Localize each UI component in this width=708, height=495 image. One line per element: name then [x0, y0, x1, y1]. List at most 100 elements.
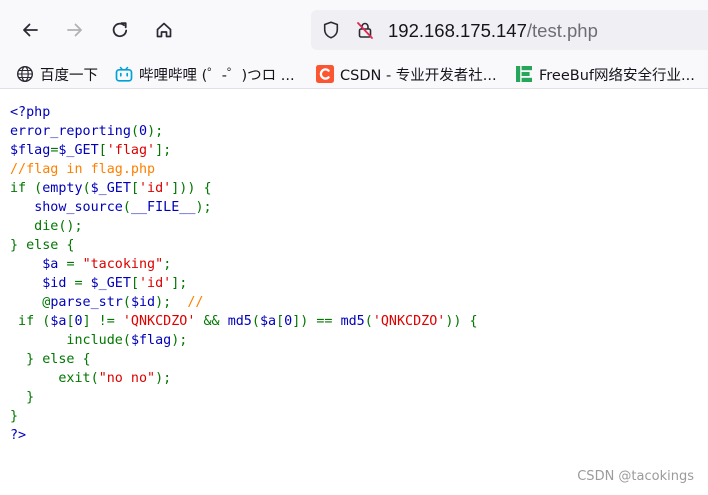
- code-token-default: ?>: [10, 428, 27, 443]
- code-line: <?php: [10, 103, 478, 122]
- code-token-string: "no no": [98, 371, 156, 386]
- code-token-keyword: (: [122, 200, 131, 215]
- code-token-keyword: ];: [171, 276, 188, 291]
- code-token-keyword: die();: [10, 219, 83, 234]
- code-token-default: $id: [130, 295, 156, 310]
- bookmark-label: 百度一下: [40, 67, 98, 84]
- code-token-string: 'QNKCDZO': [122, 314, 204, 329]
- code-token-keyword: );: [147, 124, 164, 139]
- code-token-default: error_reporting: [10, 124, 131, 139]
- code-line: if (empty($_GET['id'])) {: [10, 179, 478, 198]
- code-token-keyword: (: [251, 314, 260, 329]
- code-token-default: 0: [139, 124, 148, 139]
- forward-button[interactable]: [59, 14, 91, 46]
- bookmark-label: FreeBuf网络安全行业...: [539, 67, 695, 84]
- code-token-keyword: ])) {: [171, 181, 212, 196]
- code-line: $a = "tacoking";: [10, 255, 478, 274]
- address-bar[interactable]: 192.168.175.147/test.php: [311, 10, 708, 50]
- code-token-default: $a: [50, 314, 67, 329]
- bookmark-label: 哔哩哔哩 (゜-゜)つロ ...: [139, 67, 295, 84]
- code-token-keyword: } else {: [10, 352, 91, 367]
- code-token-default: $flag: [130, 333, 172, 348]
- code-line: }: [10, 388, 478, 407]
- code-line: error_reporting(0);: [10, 122, 478, 141]
- code-token-default: $a: [42, 257, 67, 272]
- code-token-string: 'QNKCDZO': [372, 314, 446, 329]
- code-token-keyword: @: [10, 295, 51, 310]
- shield-icon[interactable]: [321, 20, 341, 40]
- home-button[interactable]: [148, 14, 180, 46]
- code-token-keyword: ;: [163, 257, 172, 272]
- code-token-keyword: [: [276, 314, 285, 329]
- code-token-keyword: if (: [10, 181, 43, 196]
- code-token-default: $_GET: [90, 181, 131, 196]
- arrow-right-icon: [67, 23, 82, 37]
- code-line: ?>: [10, 426, 478, 445]
- bookmark-bilibili[interactable]: 哔哩哔哩 (゜-゜)つロ ...: [115, 63, 301, 85]
- code-token-keyword: include(: [10, 333, 131, 348]
- code-token-keyword: } else {: [10, 238, 75, 253]
- code-token-default: $_GET: [58, 143, 99, 158]
- code-token-default: empty: [42, 181, 83, 196]
- bookmark-freebuf[interactable]: FreeBuf网络安全行业...: [515, 63, 695, 85]
- code-token-keyword: );: [155, 371, 172, 386]
- code-token-keyword: =: [74, 276, 91, 291]
- code-token-keyword: );: [195, 200, 212, 215]
- code-token-keyword: (: [130, 124, 139, 139]
- code-token-default: $id: [42, 276, 75, 291]
- code-token-keyword: }: [10, 409, 19, 424]
- code-token-keyword: }: [10, 390, 35, 405]
- code-token-keyword: );: [171, 333, 188, 348]
- code-token-default: $flag: [10, 143, 51, 158]
- code-token-keyword: )) {: [445, 314, 478, 329]
- code-line: $flag=$_GET['flag'];: [10, 141, 478, 160]
- code-token-string: "tacoking": [82, 257, 164, 272]
- code-line: if ($a[0] != 'QNKCDZO' && md5($a[0]) == …: [10, 312, 478, 331]
- url-host: 192.168.175.147: [388, 20, 527, 41]
- code-line: die();: [10, 217, 478, 236]
- bookmarks-toolbar: 百度一下 哔哩哔哩 (゜-゜)つロ ... CSDN - 专业开发者社... F…: [0, 60, 708, 88]
- code-line: } else {: [10, 350, 478, 369]
- bilibili-icon: [115, 66, 133, 82]
- bookmark-baidu[interactable]: 百度一下: [16, 63, 98, 85]
- bookmark-label: CSDN - 专业开发者社...: [340, 67, 497, 84]
- reload-icon: [112, 22, 128, 38]
- url-text[interactable]: 192.168.175.147/test.php: [388, 20, 598, 42]
- code-token-keyword: );: [155, 295, 188, 310]
- code-token-keyword: ] !=: [82, 314, 123, 329]
- code-line: include($flag);: [10, 331, 478, 350]
- code-token-comment: //: [187, 295, 204, 310]
- freebuf-icon: [516, 66, 532, 82]
- csdn-icon: [316, 65, 334, 83]
- code-token-string: 'flag': [106, 143, 156, 158]
- code-token-keyword: [: [130, 276, 139, 291]
- bookmark-csdn[interactable]: CSDN - 专业开发者社...: [316, 63, 497, 85]
- code-line: $id = $_GET['id'];: [10, 274, 478, 293]
- code-token-keyword: ]) ==: [292, 314, 341, 329]
- code-token-string: 'id': [139, 276, 172, 291]
- code-token-default: 0: [74, 314, 83, 329]
- code-token-keyword: =: [66, 257, 83, 272]
- url-path: /test.php: [526, 20, 598, 41]
- code-token-keyword: [: [98, 143, 107, 158]
- code-token-default: show_source: [34, 200, 123, 215]
- code-token-keyword: [: [130, 181, 139, 196]
- csdn-watermark: CSDN @tacokings: [577, 469, 694, 484]
- code-line: show_source(__FILE__);: [10, 198, 478, 217]
- code-token-keyword: [10, 200, 34, 215]
- code-token-keyword: (: [122, 295, 131, 310]
- code-token-comment: //flag in flag.php: [10, 162, 156, 177]
- code-line: exit("no no");: [10, 369, 478, 388]
- code-line: @parse_str($id); //: [10, 293, 478, 312]
- code-token-default: $_GET: [90, 276, 131, 291]
- code-token-keyword: [: [66, 314, 75, 329]
- code-line: } else {: [10, 236, 478, 255]
- code-line: //flag in flag.php: [10, 160, 478, 179]
- code-token-keyword: [10, 257, 42, 272]
- insecure-lock-icon[interactable]: [355, 20, 375, 40]
- code-token-default: parse_str: [50, 295, 123, 310]
- code-token-default: md5: [340, 314, 365, 329]
- code-token-keyword: [10, 276, 42, 291]
- reload-button[interactable]: [104, 14, 136, 46]
- back-button[interactable]: [14, 14, 46, 46]
